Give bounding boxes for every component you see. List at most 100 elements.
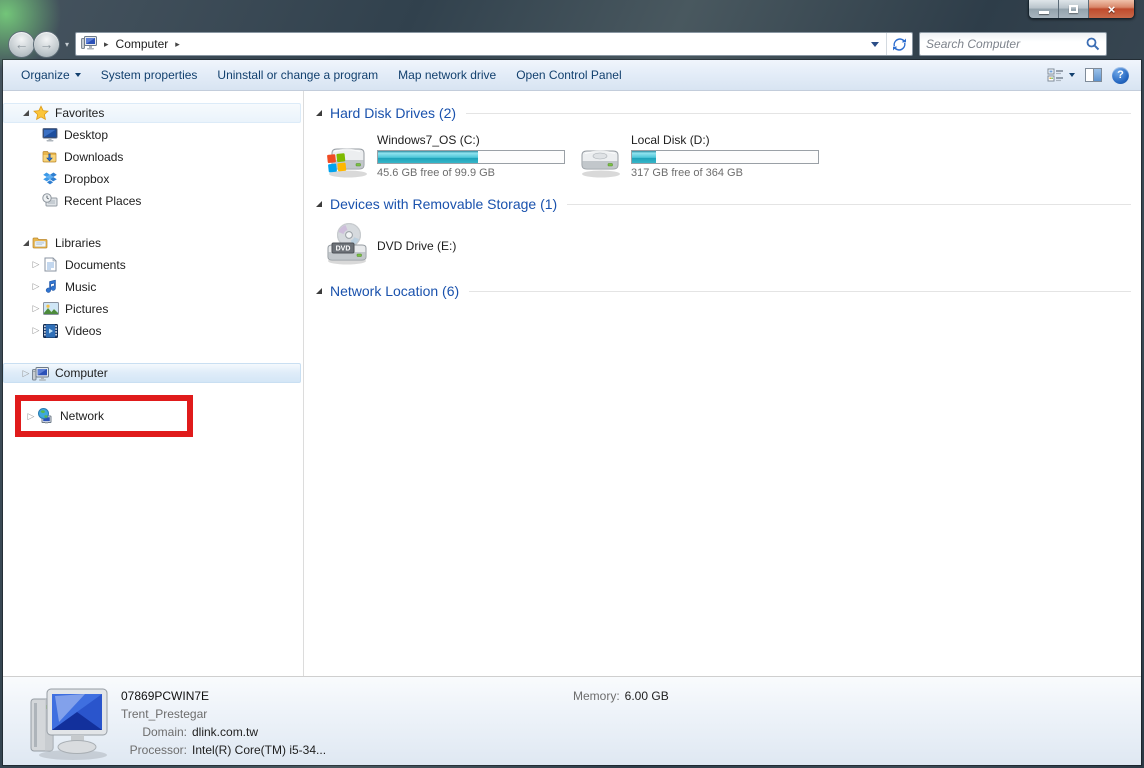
sidebar-item-downloads[interactable]: Downloads [3,146,301,167]
breadcrumb-item-computer[interactable]: Computer [116,37,169,51]
drive-name: Windows7_OS (C:) [377,133,565,147]
nav-buttons: ← → [8,31,60,58]
tree-collapsed-icon[interactable]: ▷ [33,326,40,335]
domain-row: Domain:dlink.com.tw [121,723,326,741]
computer-icon [81,35,97,53]
desktop-icon [41,127,58,143]
navigation-bar: ← → ▾ ▸ Computer ▸ [0,30,1144,58]
preview-pane-right [1093,69,1101,81]
recent-places-icon [41,193,58,209]
address-bar[interactable]: ▸ Computer ▸ [75,32,913,56]
sidebar-item-favorites[interactable]: Favorites [3,103,301,123]
processor-row: Processor:Intel(R) Core(TM) i5-34... [121,741,326,759]
search-input[interactable] [926,37,1086,51]
dvd-drive-item[interactable]: DVD DVD Drive (E:) [324,222,1131,269]
address-dropdown-button[interactable] [864,33,886,55]
music-icon [42,279,59,295]
back-button[interactable]: ← [8,31,35,58]
tree-collapsed-icon[interactable]: ▷ [33,282,40,291]
help-button[interactable]: ? [1112,67,1129,84]
group-rule [567,204,1131,205]
documents-icon [42,257,59,273]
chevron-down-icon [75,73,81,77]
hard-drive-icon [578,143,624,182]
search-icon[interactable] [1086,37,1100,51]
sidebar-item-computer[interactable]: ▷ Computer [3,363,301,383]
sidebar-item-label: Network [60,409,104,423]
group-header-network-location[interactable]: Network Location (6) [316,281,1131,301]
sidebar-item-desktop[interactable]: Desktop [3,124,301,145]
back-arrow-icon: ← [15,36,29,52]
computer-large-icon [25,683,115,764]
group-title[interactable]: Network Location (6) [330,283,459,299]
group-expanded-icon[interactable] [316,288,322,294]
videos-icon [42,323,59,339]
computer-name: 07869PCWIN7E [121,687,326,705]
computer-icon [32,365,49,381]
map-network-drive-button[interactable]: Map network drive [388,64,506,86]
maximize-button[interactable] [1059,0,1089,18]
uninstall-program-button[interactable]: Uninstall or change a program [207,64,388,86]
group-title[interactable]: Devices with Removable Storage (1) [330,196,557,212]
breadcrumb[interactable]: ▸ Computer ▸ [76,33,864,55]
sidebar-item-libraries[interactable]: Libraries [3,233,301,253]
forward-button[interactable]: → [33,31,60,58]
group-expanded-icon[interactable] [316,110,322,116]
sidebar-item-network[interactable]: ▷ Network [21,401,187,431]
tree-collapsed-icon[interactable]: ▷ [28,412,35,421]
system-properties-button[interactable]: System properties [91,64,208,86]
domain-value: dlink.com.tw [192,725,258,739]
command-toolbar: Organize System properties Uninstall or … [3,60,1141,91]
organize-button[interactable]: Organize [11,64,91,86]
sidebar-item-dropbox[interactable]: Dropbox [3,168,301,189]
memory-value: 6.00 GB [625,689,669,703]
group-header-hard-disk-drives[interactable]: Hard Disk Drives (2) [316,103,1131,123]
tree-collapsed-icon[interactable]: ▷ [33,260,40,269]
favorites-star-icon [32,105,49,121]
drive-name: Local Disk (D:) [631,133,819,147]
group-title[interactable]: Hard Disk Drives (2) [330,105,456,121]
drive-capacity-text: 317 GB free of 364 GB [631,167,819,179]
question-mark-icon: ? [1117,69,1124,81]
details-pane: 07869PCWIN7E Trent_Prestegar Domain:dlin… [3,676,1141,765]
group-rule [466,113,1131,114]
tree-collapsed-icon[interactable]: ▷ [23,369,30,378]
sidebar-item-pictures[interactable]: ▷ Pictures [3,298,301,319]
chevron-down-icon [1069,73,1075,77]
preview-pane-button[interactable] [1085,68,1102,82]
sidebar-item-music[interactable]: ▷ Music [3,276,301,297]
group-expanded-icon[interactable] [316,201,322,207]
sidebar-item-label: Documents [65,258,126,272]
libraries-icon [32,235,49,251]
tree-collapsed-icon[interactable]: ▷ [33,304,40,313]
recent-pages-dropdown[interactable]: ▾ [65,40,69,49]
minimize-icon [1039,11,1049,14]
navigation-pane: Favorites Desktop Downloads Dropbox [3,91,304,676]
sidebar-item-recent-places[interactable]: Recent Places [3,190,301,211]
change-view-button[interactable] [1047,68,1075,83]
sidebar-item-videos[interactable]: ▷ Videos [3,320,301,341]
refresh-icon [892,37,907,52]
drive-item-d[interactable]: Local Disk (D:) 317 GB free of 364 GB [578,133,832,182]
network-icon [37,408,54,424]
sidebar-item-label: Dropbox [64,172,109,186]
maximize-icon [1069,5,1078,13]
sidebar-item-label: Pictures [65,302,108,316]
drives-row: Windows7_OS (C:) 45.6 GB free of 99.9 GB… [324,133,1131,182]
open-control-panel-button[interactable]: Open Control Panel [506,64,631,86]
search-box[interactable] [919,32,1107,56]
capacity-bar-fill [632,151,656,163]
details-left-column: 07869PCWIN7E Trent_Prestegar Domain:dlin… [121,687,326,759]
tree-expanded-icon[interactable] [23,240,29,246]
minimize-button[interactable] [1029,0,1059,18]
group-header-removable-storage[interactable]: Devices with Removable Storage (1) [316,194,1131,214]
tree-expanded-icon[interactable] [23,110,29,116]
refresh-button[interactable] [886,33,912,55]
details-right-column: Memory:6.00 GB [573,687,669,705]
close-button[interactable]: × [1089,0,1134,18]
chevron-down-icon [871,42,879,47]
sidebar-item-documents[interactable]: ▷ Documents [3,254,301,275]
views-icon [1047,68,1064,83]
sidebar-item-label: Downloads [64,150,123,164]
drive-item-c[interactable]: Windows7_OS (C:) 45.6 GB free of 99.9 GB [324,133,578,182]
